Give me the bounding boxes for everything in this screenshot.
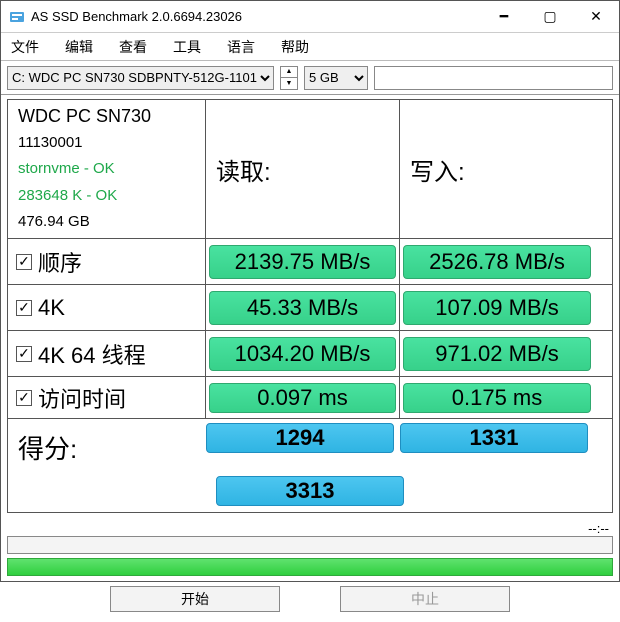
- score-row: 得分: 1294 1331 3313: [8, 418, 612, 512]
- progress-overall: [7, 558, 613, 576]
- k464-write: 971.02 MB/s: [403, 337, 591, 371]
- score-label: 得分:: [8, 423, 206, 472]
- window-controls: ━ ▢ ✕: [481, 1, 619, 32]
- score-write: 1331: [400, 423, 588, 453]
- elapsed-time: --:--: [588, 521, 609, 536]
- drive-spinner[interactable]: ▲▼: [280, 66, 298, 90]
- maximize-button[interactable]: ▢: [527, 1, 573, 32]
- score-read: 1294: [206, 423, 394, 453]
- header-write: 写入:: [400, 100, 594, 238]
- drive-align: 283648 K - OK: [18, 186, 117, 206]
- app-icon: [9, 9, 25, 25]
- spinner-up-icon[interactable]: ▲: [281, 67, 297, 79]
- results-grid: WDC PC SN730 11130001 stornvme - OK 2836…: [7, 99, 613, 513]
- drive-capacity: 476.94 GB: [18, 212, 90, 232]
- extra-input[interactable]: [374, 66, 613, 90]
- menu-help[interactable]: 帮助: [277, 35, 313, 59]
- k464-checkbox[interactable]: ✓: [16, 346, 32, 362]
- row-seq: ✓ 顺序 2139.75 MB/s 2526.78 MB/s: [8, 238, 612, 284]
- row-4k: ✓ 4K 45.33 MB/s 107.09 MB/s: [8, 284, 612, 330]
- drive-info-cell: WDC PC SN730 11130001 stornvme - OK 2836…: [8, 100, 206, 238]
- header-row: WDC PC SN730 11130001 stornvme - OK 2836…: [8, 100, 612, 238]
- row-access-time: ✓ 访问时间 0.097 ms 0.175 ms: [8, 376, 612, 418]
- seq-read: 2139.75 MB/s: [209, 245, 396, 279]
- k4-read: 45.33 MB/s: [209, 291, 396, 325]
- menu-tools[interactable]: 工具: [169, 35, 205, 59]
- drive-driver: stornvme - OK: [18, 159, 115, 179]
- k464-read: 1034.20 MB/s: [209, 337, 396, 371]
- menu-lang[interactable]: 语言: [223, 35, 259, 59]
- stop-button: 中止: [340, 586, 510, 612]
- menu-file[interactable]: 文件: [7, 35, 43, 59]
- titlebar: AS SSD Benchmark 2.0.6694.23026 ━ ▢ ✕: [1, 1, 619, 33]
- drive-id: 11130001: [18, 133, 83, 153]
- k4-label-cell: ✓ 4K: [8, 285, 206, 330]
- seq-checkbox[interactable]: ✓: [16, 254, 32, 270]
- score-total: 3313: [216, 476, 404, 506]
- acc-write: 0.175 ms: [403, 383, 591, 413]
- acc-label-cell: ✓ 访问时间: [8, 377, 206, 418]
- progress-area: --:--: [1, 519, 619, 580]
- close-button[interactable]: ✕: [573, 1, 619, 32]
- row-4k64: ✓ 4K 64 线程 1034.20 MB/s 971.02 MB/s: [8, 330, 612, 376]
- acc-read: 0.097 ms: [209, 383, 396, 413]
- size-select[interactable]: 5 GB: [304, 66, 368, 90]
- window-title: AS SSD Benchmark 2.0.6694.23026: [31, 9, 481, 24]
- toolbar: C: WDC PC SN730 SDBPNTY-512G-1101 ▲▼ 5 G…: [1, 61, 619, 95]
- seq-label-cell: ✓ 顺序: [8, 239, 206, 284]
- button-row: 开始 中止: [1, 580, 619, 622]
- start-button[interactable]: 开始: [110, 586, 280, 612]
- k464-label-cell: ✓ 4K 64 线程: [8, 331, 206, 376]
- drive-name: WDC PC SN730: [18, 106, 151, 127]
- menubar: 文件 编辑 查看 工具 语言 帮助: [1, 33, 619, 61]
- seq-write: 2526.78 MB/s: [403, 245, 591, 279]
- k4-write: 107.09 MB/s: [403, 291, 591, 325]
- k4-checkbox[interactable]: ✓: [16, 300, 32, 316]
- menu-edit[interactable]: 编辑: [61, 35, 97, 59]
- acc-checkbox[interactable]: ✓: [16, 390, 32, 406]
- app-window: AS SSD Benchmark 2.0.6694.23026 ━ ▢ ✕ 文件…: [0, 0, 620, 582]
- acc-label: 访问时间: [38, 382, 126, 414]
- k464-label: 4K 64 线程: [38, 338, 146, 370]
- header-read: 读取:: [206, 100, 400, 238]
- progress-test: [7, 536, 613, 554]
- minimize-button[interactable]: ━: [481, 1, 527, 32]
- spinner-down-icon[interactable]: ▼: [281, 78, 297, 89]
- seq-label: 顺序: [38, 246, 82, 278]
- menu-view[interactable]: 查看: [115, 35, 151, 59]
- drive-select[interactable]: C: WDC PC SN730 SDBPNTY-512G-1101: [7, 66, 274, 90]
- k4-label: 4K: [38, 295, 65, 321]
